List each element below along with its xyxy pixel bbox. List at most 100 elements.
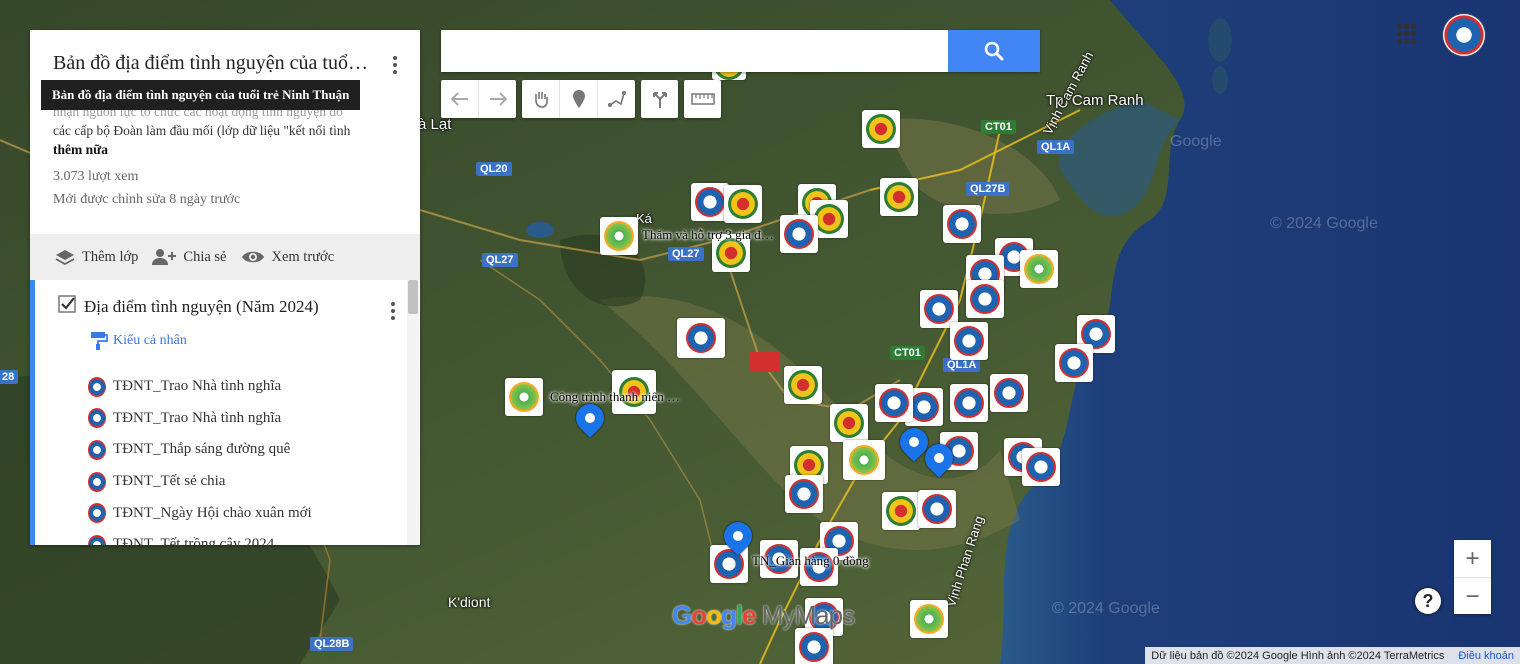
search-box — [441, 30, 1040, 72]
marker-label: Thăm và hỗ trợ 3 gia đ… — [642, 227, 774, 242]
layer-accent-bar — [30, 280, 35, 545]
list-item-label: TĐNT_Ngày Hội chào xuân mới — [113, 504, 312, 521]
share-button[interactable]: Chia sẻ — [152, 248, 227, 266]
layer-visibility-checkbox[interactable] — [58, 295, 76, 313]
map-marker[interactable] — [724, 185, 762, 223]
directions-button[interactable] — [641, 80, 678, 118]
map-marker[interactable] — [748, 350, 780, 374]
youth-union-icon — [88, 376, 106, 397]
list-item[interactable]: TĐNT_Ngày Hội chào xuân mới — [88, 497, 312, 529]
road-shield: QL20 — [476, 162, 512, 176]
place-kdiont: K'diont — [448, 594, 491, 610]
map-description: nhận nguồn lực tổ chức các hoạt động tìn… — [53, 102, 398, 159]
history-group — [441, 80, 516, 118]
map-marker[interactable] — [882, 492, 920, 530]
map-marker[interactable] — [966, 280, 1004, 318]
layer-name[interactable]: Địa điểm tình nguyện (Năm 2024) — [84, 297, 319, 317]
list-item-label: TĐNT_Trao Nhà tình nghĩa — [113, 409, 282, 426]
map-marker[interactable] — [1022, 448, 1060, 486]
map-toolbar — [441, 80, 721, 118]
map-marker[interactable] — [918, 490, 956, 528]
layer-style-label: Kiểu cá nhân — [113, 333, 187, 348]
measure-group — [684, 80, 721, 118]
map-marker[interactable] — [795, 628, 833, 664]
help-button[interactable]: ? — [1415, 588, 1441, 614]
tool-group — [522, 80, 635, 118]
marker-icon — [572, 90, 585, 108]
map-watermark: Google — [1170, 133, 1222, 150]
add-marker-button[interactable] — [560, 80, 598, 118]
layer-items-list: TĐNT_Trao Nhà tình nghĩa TĐNT_Trao Nhà t… — [88, 371, 312, 545]
marker-label: Công trình thanh niên … — [550, 389, 680, 404]
map-marker[interactable] — [780, 215, 818, 253]
layer-options-button[interactable] — [386, 296, 400, 326]
search-input[interactable] — [441, 30, 941, 72]
map-marker[interactable] — [910, 600, 948, 638]
last-edited: Mới được chỉnh sửa 8 ngày trước — [53, 192, 241, 207]
attribution-text: Dữ liệu bản đồ ©2024 Google Hình ảnh ©20… — [1151, 649, 1445, 662]
pan-tool-button[interactable] — [522, 80, 560, 118]
directions-icon — [652, 92, 667, 108]
map-marker[interactable] — [875, 384, 913, 422]
list-item[interactable]: TĐNT_Tết trồng cây 2024 — [88, 529, 312, 545]
title-tooltip: Bản đồ địa điểm tình nguyện của tuổi trẻ… — [41, 80, 361, 110]
apps-grid-icon[interactable] — [1397, 24, 1417, 44]
road-shield: QL27 — [482, 253, 518, 267]
marker-label: TN_Gian hàng 0 đồng — [752, 553, 869, 568]
avatar[interactable] — [1443, 14, 1485, 56]
map-marker[interactable] — [950, 322, 988, 360]
add-layer-button[interactable]: Thêm lớp — [55, 248, 138, 266]
map-marker[interactable] — [843, 440, 885, 480]
map-marker[interactable] — [784, 366, 822, 404]
eye-icon — [241, 251, 264, 263]
list-item[interactable]: TĐNT_Trao Nhà tình nghĩa — [88, 403, 312, 435]
terms-link[interactable]: Điều khoản — [1458, 650, 1514, 662]
map-marker[interactable] — [943, 205, 981, 243]
redo-button[interactable] — [479, 80, 516, 118]
google-my-maps-logo: Google MyMaps — [672, 600, 855, 630]
ruler-icon — [690, 93, 715, 105]
zoom-in-button[interactable]: + — [1454, 540, 1491, 578]
map-marker[interactable] — [600, 217, 638, 255]
list-item[interactable]: TĐNT_Tết sẻ chia — [88, 466, 312, 498]
search-icon — [984, 41, 1004, 61]
layers-icon — [55, 250, 75, 266]
preview-label: Xem trước — [271, 248, 335, 265]
map-marker[interactable] — [830, 404, 868, 442]
search-button[interactable] — [948, 30, 1040, 72]
draw-line-button[interactable] — [598, 80, 635, 118]
road-shield: CT01 — [981, 120, 1016, 134]
draw-line-icon — [607, 91, 626, 107]
layer-section: Địa điểm tình nguyện (Năm 2024) Kiểu cá … — [30, 280, 420, 545]
youth-union-icon — [88, 408, 106, 429]
map-marker[interactable] — [1055, 344, 1093, 382]
list-item[interactable]: TĐNT_Trao Nhà tình nghĩa — [88, 371, 312, 403]
youth-union-icon — [88, 534, 106, 545]
map-marker[interactable] — [505, 378, 543, 416]
list-item-label: TĐNT_Tết sẻ chia — [113, 473, 226, 490]
youth-union-icon — [88, 471, 106, 492]
map-marker[interactable] — [785, 475, 823, 513]
layer-style-link[interactable]: Kiểu cá nhân — [90, 331, 187, 351]
measure-button[interactable] — [684, 80, 721, 118]
zoom-control: + − — [1454, 540, 1491, 614]
map-marker[interactable] — [677, 318, 725, 358]
scrollbar-thumb[interactable] — [408, 280, 418, 314]
map-marker[interactable] — [880, 178, 918, 216]
map-marker[interactable] — [1020, 250, 1058, 288]
undo-button[interactable] — [441, 80, 479, 118]
map-title[interactable]: Bản đồ địa điểm tình nguyện của tuổ… — [53, 52, 373, 75]
map-options-button[interactable] — [388, 50, 402, 80]
list-item[interactable]: TĐNT_Thắp sáng đường quê — [88, 434, 312, 466]
map-watermark: © 2024 Google — [1052, 600, 1160, 617]
preview-button[interactable]: Xem trước — [241, 248, 335, 266]
directions-group — [641, 80, 678, 118]
add-person-icon — [152, 249, 177, 265]
road-shield: 28 — [0, 370, 19, 384]
map-marker[interactable] — [950, 384, 988, 422]
zoom-out-button[interactable]: − — [1454, 578, 1491, 615]
show-more-link[interactable]: thêm nữa — [53, 140, 398, 159]
map-marker[interactable] — [990, 374, 1028, 412]
panel-scrollbar[interactable] — [407, 280, 419, 545]
map-marker[interactable] — [862, 110, 900, 148]
